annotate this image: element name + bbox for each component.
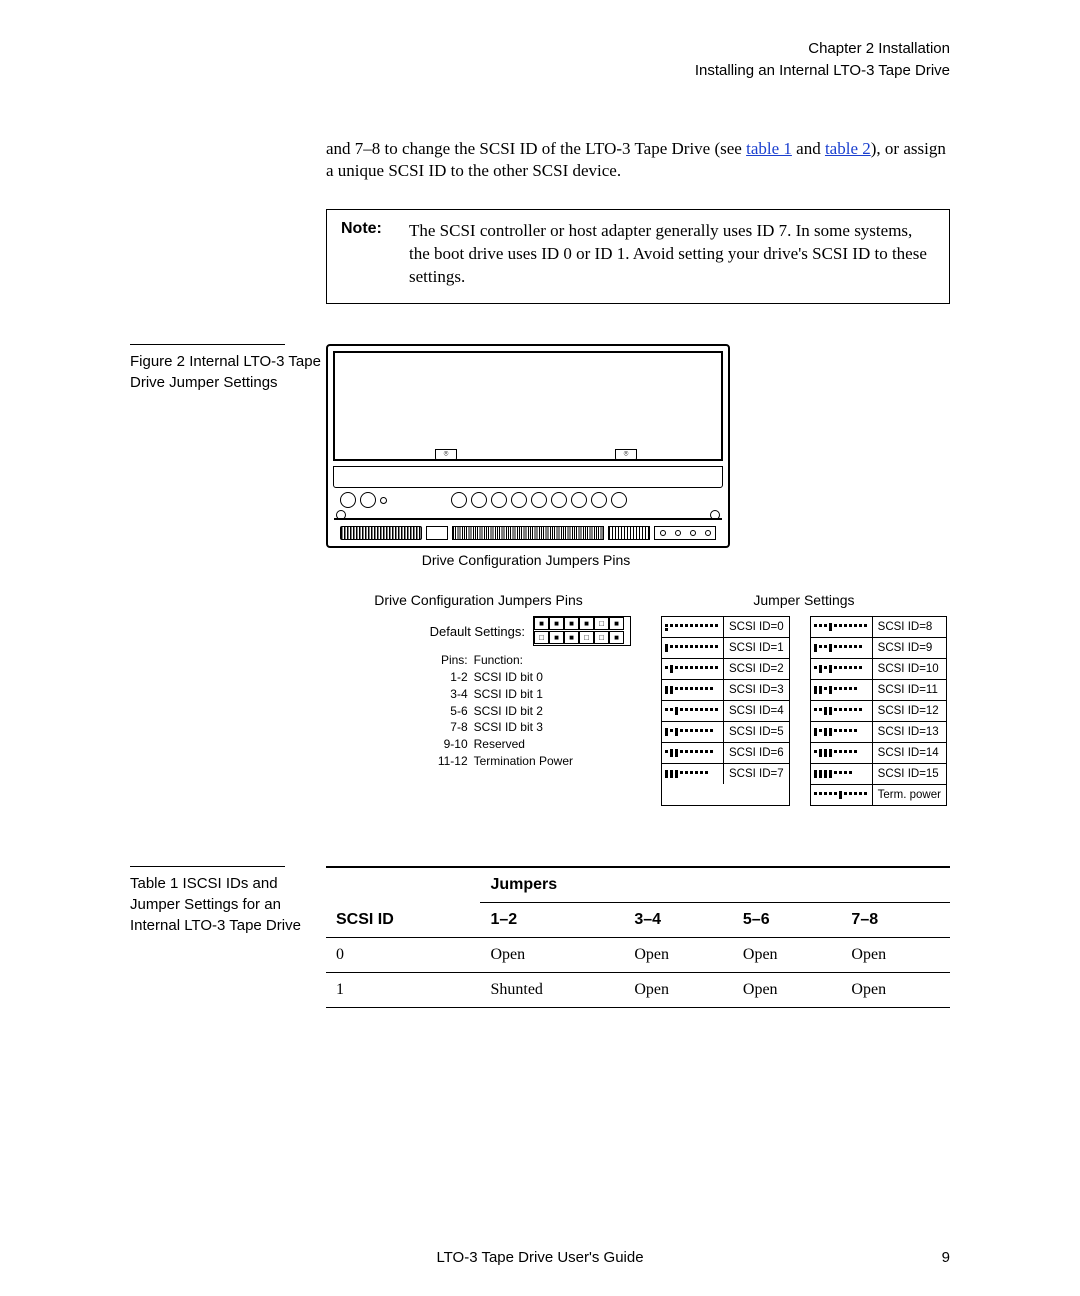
jumper-table: SCSI ID Jumpers 1–2 3–4 5–6 7–8 0 Open O… bbox=[326, 866, 950, 1008]
figure-art: ⌾ ⌾ Driv bbox=[326, 344, 950, 806]
pinbox-default: ■■■■□■ □■■□□■ bbox=[533, 616, 631, 646]
link-table-2[interactable]: table 2 bbox=[825, 139, 871, 158]
page-number: 9 bbox=[910, 1249, 950, 1266]
default-settings-label: Default Settings: bbox=[430, 624, 525, 639]
section-label: Installing an Internal LTO-3 Tape Drive bbox=[130, 60, 950, 82]
footer-title: LTO-3 Tape Drive User's Guide bbox=[170, 1249, 910, 1266]
schem-left-title: Drive Configuration Jumpers Pins bbox=[326, 592, 631, 608]
note-box: Note: The SCSI controller or host adapte… bbox=[326, 209, 950, 304]
schem-right-title: Jumper Settings bbox=[661, 592, 947, 608]
pins-header: Pins: bbox=[438, 652, 468, 669]
page-header: Chapter 2 Installation Installing an Int… bbox=[130, 38, 950, 82]
chapter-label: Chapter 2 Installation bbox=[130, 38, 950, 60]
table-row: 1 Shunted Open Open Open bbox=[326, 973, 950, 1008]
table-row: 0 Open Open Open Open bbox=[326, 938, 950, 973]
table-caption: Table 1 ISCSI IDs and Jumper Settings fo… bbox=[130, 873, 326, 936]
page-footer: LTO-3 Tape Drive User's Guide 9 bbox=[130, 1249, 950, 1266]
body-paragraph: and 7–8 to change the SCSI ID of the LTO… bbox=[326, 138, 950, 184]
jumper-settings-list-right: SCSI ID=8 SCSI ID=9 SCSI ID=10 SCSI ID=1… bbox=[810, 616, 947, 806]
col-jumpers: Jumpers bbox=[480, 868, 950, 903]
figure-caption: Figure 2 Internal LTO-3 Tape Drive Jumpe… bbox=[130, 351, 326, 393]
jumper-settings-list-left: SCSI ID=0 SCSI ID=1 SCSI ID=2 SCSI ID=3 … bbox=[661, 616, 790, 806]
note-label: Note: bbox=[341, 220, 409, 289]
figure-callout: Drive Configuration Jumpers Pins bbox=[326, 552, 726, 568]
func-header: Function: bbox=[474, 652, 573, 669]
col-scsi-id: SCSI ID bbox=[326, 868, 480, 938]
link-table-1[interactable]: table 1 bbox=[746, 139, 792, 158]
note-text: The SCSI controller or host adapter gene… bbox=[409, 220, 935, 289]
